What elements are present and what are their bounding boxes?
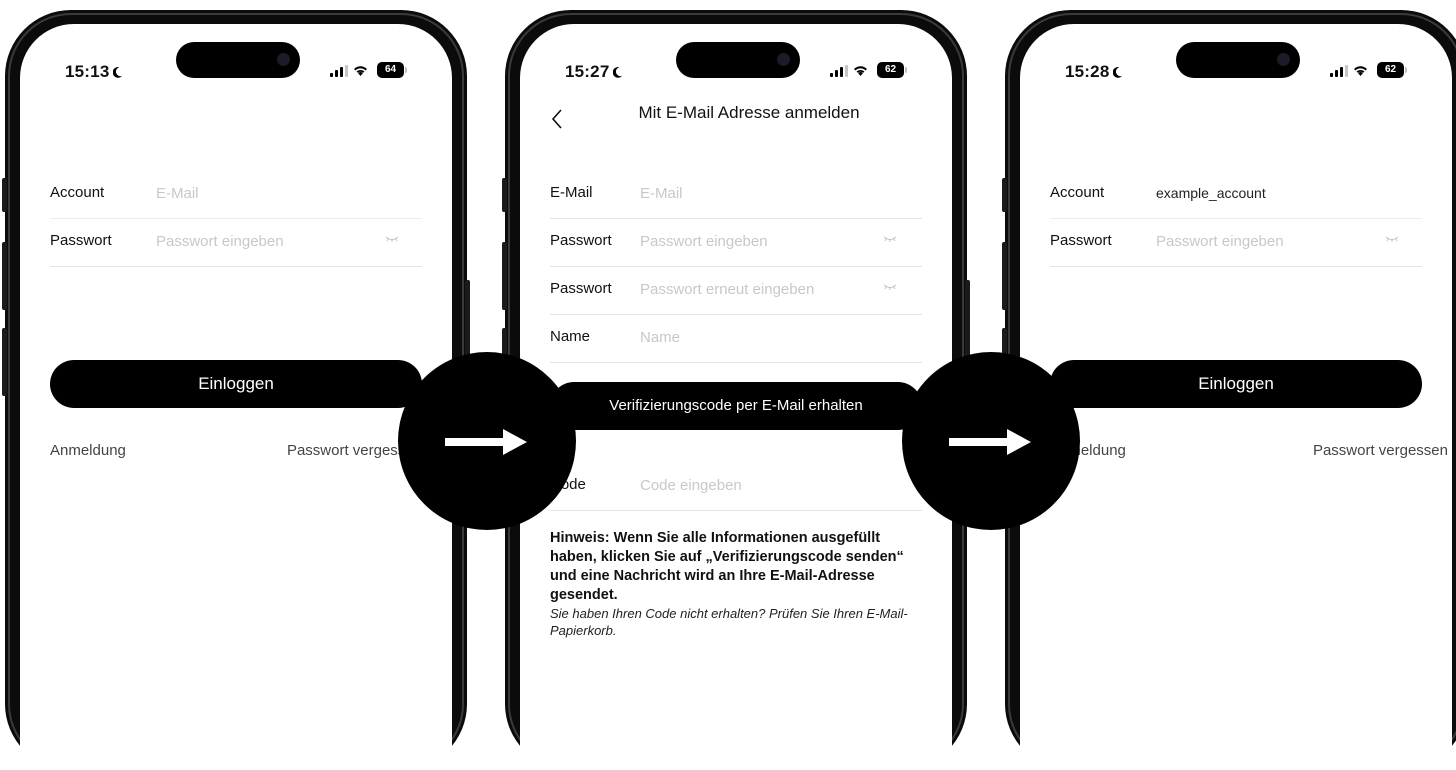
side-button [2, 242, 7, 310]
hint-note: Sie haben Ihren Code nicht erhalten? Prü… [550, 606, 908, 638]
camera-icon [277, 53, 290, 66]
moon-icon [113, 67, 123, 78]
wifi-icon [854, 66, 867, 76]
arrow-right-icon [949, 429, 1031, 455]
password-row: Passwort [50, 218, 422, 267]
email-row: E-Mail [550, 170, 930, 219]
name-label: Name [550, 328, 591, 345]
hint-main: Hinweis: Wenn Sie alle Informationen aus… [550, 530, 904, 603]
side-button [2, 328, 7, 396]
status-time: 15:13 [65, 62, 123, 82]
cellular-signal-icon [330, 65, 348, 77]
wifi-icon [354, 66, 367, 76]
status-bar: 15:28 62 [1020, 24, 1452, 94]
phone-frame-login-filled: 15:28 62 Account Passwort Einloggen Anme… [1002, 10, 1456, 770]
battery-icon: 62 [1377, 62, 1407, 78]
password-row: Passwort [550, 218, 922, 267]
login-button[interactable]: Einloggen [1050, 360, 1422, 408]
account-input[interactable] [1156, 178, 1426, 208]
phone-frame-login: 15:13 64 Account Passwort Einloggen Anme… [2, 10, 470, 770]
code-row: Code [550, 462, 930, 511]
password-row: Passwort [1050, 218, 1422, 267]
screen-register: 15:27 62 Mit E-Mail Adresse anmelden E-M… [520, 24, 952, 770]
battery-icon: 64 [377, 62, 407, 78]
screen-login-filled: 15:28 62 Account Passwort Einloggen Anme… [1020, 24, 1452, 770]
account-row: Account [50, 170, 426, 219]
hint-text: Hinweis: Wenn Sie alle Informationen aus… [550, 529, 922, 639]
status-bar: 15:13 64 [20, 24, 452, 94]
password-confirm-input[interactable] [640, 274, 870, 304]
forgot-password-link[interactable]: Passwort vergessen [1313, 442, 1448, 459]
moon-icon [1113, 67, 1123, 78]
password-label: Passwort [50, 232, 112, 249]
status-bar: 15:27 62 [520, 24, 952, 94]
email-input[interactable] [640, 178, 930, 208]
camera-icon [777, 53, 790, 66]
camera-icon [1277, 53, 1290, 66]
password-label: Passwort [550, 232, 612, 249]
account-label: Account [50, 184, 105, 201]
dynamic-island [1176, 42, 1300, 78]
status-time: 15:28 [1065, 62, 1123, 82]
arrow-right-icon [445, 429, 527, 455]
name-input[interactable] [640, 322, 930, 352]
name-row: Name [550, 314, 930, 363]
side-button [502, 242, 507, 310]
phone-frame-register: 15:27 62 Mit E-Mail Adresse anmelden E-M… [502, 10, 970, 770]
moon-icon [613, 67, 623, 78]
password-confirm-label: Passwort [550, 280, 612, 297]
page-title: Mit E-Mail Adresse anmelden [638, 103, 860, 122]
login-button[interactable]: Einloggen [50, 360, 422, 408]
password-input[interactable] [156, 226, 376, 256]
password-label: Passwort [1050, 232, 1112, 249]
side-button [1002, 242, 1007, 310]
get-verification-code-button[interactable]: Verifizierungscode per E-Mail erhalten [550, 382, 922, 430]
battery-icon: 62 [877, 62, 907, 78]
account-row: Account [1050, 170, 1426, 219]
password-input[interactable] [640, 226, 870, 256]
dynamic-island [176, 42, 300, 78]
screen-login: 15:13 64 Account Passwort Einloggen Anme… [20, 24, 452, 770]
account-input[interactable] [156, 178, 426, 208]
side-button [502, 178, 507, 212]
cellular-signal-icon [830, 65, 848, 77]
status-time: 15:27 [565, 62, 623, 82]
email-label: E-Mail [550, 184, 593, 201]
eye-closed-icon[interactable] [1385, 235, 1399, 243]
flow-arrow-2 [902, 352, 1080, 530]
password-confirm-row: Passwort [550, 266, 922, 315]
side-button [1002, 178, 1007, 212]
cellular-signal-icon [1330, 65, 1348, 77]
password-input[interactable] [1156, 226, 1376, 256]
side-button [2, 178, 7, 212]
dynamic-island [676, 42, 800, 78]
register-link[interactable]: Anmeldung [50, 442, 126, 459]
wifi-icon [1354, 66, 1367, 76]
flow-arrow-1 [398, 352, 576, 530]
eye-closed-icon[interactable] [883, 235, 897, 243]
code-input[interactable] [640, 470, 930, 500]
eye-closed-icon[interactable] [883, 283, 897, 291]
eye-closed-icon[interactable] [385, 235, 399, 243]
account-label: Account [1050, 184, 1105, 201]
